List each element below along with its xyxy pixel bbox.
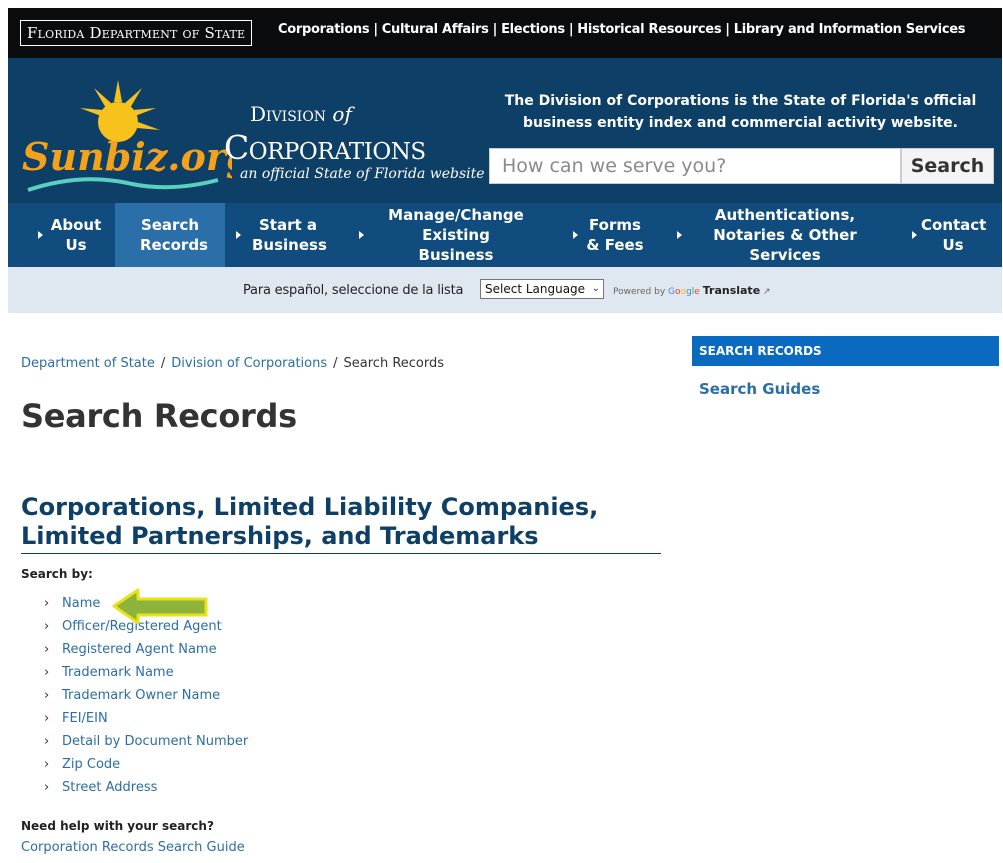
search-by-label: Search by: (21, 567, 93, 581)
top-link-elections[interactable]: Elections (501, 22, 565, 37)
top-link-historical-resources[interactable]: Historical Resources (577, 22, 721, 37)
search-link-trademark-name[interactable]: Trademark Name (62, 665, 174, 680)
top-links: Corporations | Cultural Affairs | Elections |… (278, 22, 966, 37)
header-tagline: The Division of Corporations is the Stat… (504, 93, 977, 131)
list-item: › Trademark Owner Name (44, 688, 248, 711)
language-select[interactable]: Select Language ⌄ (480, 279, 604, 299)
site-header: Sunbiz.org Division of Corporations an o… (8, 58, 1002, 203)
caret-right-icon (359, 231, 364, 239)
top-bar: Florida Department of State Corporations… (8, 8, 1002, 58)
separator: | (568, 22, 574, 37)
search-link-zip-code[interactable]: Zip Code (62, 757, 120, 772)
breadcrumb-separator: / (160, 356, 166, 371)
search-link-fei-ein[interactable]: FEI/EIN (62, 711, 108, 726)
sidebar-search-guides-link[interactable]: Search Guides (699, 380, 820, 398)
search-link-registered-agent[interactable]: Registered Agent Name (62, 642, 217, 657)
language-select-value: Select Language (485, 282, 586, 296)
separator: | (492, 22, 498, 37)
powered-by-google[interactable]: Powered by Google Translate ↗ (613, 284, 771, 297)
nav-item-label: Authentications, Notaries & Other Servic… (713, 206, 857, 264)
chevron-right-icon: › (44, 734, 50, 749)
search-link-trademark-owner[interactable]: Trademark Owner Name (62, 688, 220, 703)
arrow-left-icon (112, 588, 208, 625)
breadcrumb-division[interactable]: Division of Corporations (171, 356, 327, 371)
top-link-corporations[interactable]: Corporations (278, 22, 370, 37)
nav-item-forms-fees[interactable]: Forms & Fees (580, 203, 650, 267)
site-search-button[interactable]: Search (901, 148, 994, 184)
nav-item-authentications[interactable]: Authentications, Notaries & Other Servic… (705, 203, 865, 267)
chevron-right-icon: › (44, 780, 50, 795)
caret-right-icon (912, 231, 917, 239)
nav-item-label: Manage/Change Existing Business (388, 206, 524, 264)
nav-item-label: Start a Business (252, 216, 327, 254)
site-search-input[interactable]: How can we serve you? (489, 148, 901, 184)
nav-item-start-business[interactable]: Start a Business (248, 203, 328, 267)
official-site-label: an official State of Florida website (240, 166, 485, 182)
translate-bar: Para español, seleccione de la lista Sel… (8, 267, 1002, 313)
search-link-document-number[interactable]: Detail by Document Number (62, 734, 248, 749)
powered-by-label: Powered by (613, 287, 666, 297)
search-link-street-address[interactable]: Street Address (62, 780, 157, 795)
top-link-library[interactable]: Library and Information Services (734, 22, 966, 37)
wave-icon (27, 177, 219, 192)
section-title: Corporations, Limited Liability Companie… (21, 493, 661, 554)
breadcrumb: Department of State / Division of Corporat… (21, 356, 444, 371)
nav-item-manage-business[interactable]: Manage/Change Existing Business (376, 203, 536, 267)
caret-right-icon (677, 231, 682, 239)
top-link-cultural-affairs[interactable]: Cultural Affairs (382, 22, 489, 37)
nav-item-label: Search Records (140, 216, 208, 254)
separator: | (725, 22, 730, 37)
nav-item-label: Forms & Fees (586, 216, 644, 254)
page-title: Search Records (21, 397, 297, 435)
logo-text: Sunbiz.org (22, 134, 232, 179)
list-item: › Zip Code (44, 757, 248, 780)
search-options-list: › Name › Officer/Registered Agent › Registe… (44, 596, 248, 803)
nav-item-about-us[interactable]: About Us (46, 203, 106, 267)
chevron-right-icon: › (44, 711, 50, 726)
breadcrumb-current: Search Records (343, 356, 445, 371)
sunbiz-logo[interactable]: Sunbiz.org (22, 80, 232, 200)
list-item: › Registered Agent Name (44, 642, 248, 665)
list-item: › Trademark Name (44, 665, 248, 688)
chevron-right-icon: › (44, 665, 50, 680)
search-link-name[interactable]: Name (62, 596, 100, 611)
translate-prompt: Para español, seleccione de la lista (243, 283, 464, 298)
sun-icon (80, 80, 160, 142)
chevron-right-icon: › (44, 688, 50, 703)
chevron-right-icon: › (44, 642, 50, 657)
chevron-right-icon: › (44, 596, 50, 611)
main-nav: About Us Search Records Start a Business… (8, 203, 1002, 267)
dept-of-state-logo[interactable]: Florida Department of State (20, 20, 253, 46)
corporations-label: Corporations (224, 128, 426, 167)
caret-right-icon (236, 231, 241, 239)
nav-item-contact-us[interactable]: Contact Us (918, 203, 988, 267)
nav-item-label: Contact Us (921, 216, 987, 254)
help-label: Need help with your search? (21, 819, 214, 833)
list-item: › Street Address (44, 780, 248, 803)
chevron-right-icon: › (44, 757, 50, 772)
nav-item-search-records[interactable]: Search Records (115, 203, 225, 267)
translate-label: Translate (702, 284, 761, 297)
chevron-down-icon: ⌄ (591, 283, 600, 294)
caret-right-icon (573, 231, 578, 239)
search-guide-link[interactable]: Corporation Records Search Guide (21, 840, 245, 855)
external-link-icon: ↗ (763, 287, 771, 297)
breadcrumb-separator: / (333, 356, 338, 371)
separator: | (373, 22, 378, 37)
sidebar-heading: SEARCH RECORDS (692, 336, 999, 366)
google-logo: Google (668, 287, 700, 297)
list-item: › Detail by Document Number (44, 734, 248, 757)
list-item: › FEI/EIN (44, 711, 248, 734)
breadcrumb-dept-of-state[interactable]: Department of State (21, 356, 155, 371)
chevron-right-icon: › (44, 619, 50, 634)
caret-right-icon (38, 231, 43, 239)
division-of-label: Division of (250, 102, 352, 126)
